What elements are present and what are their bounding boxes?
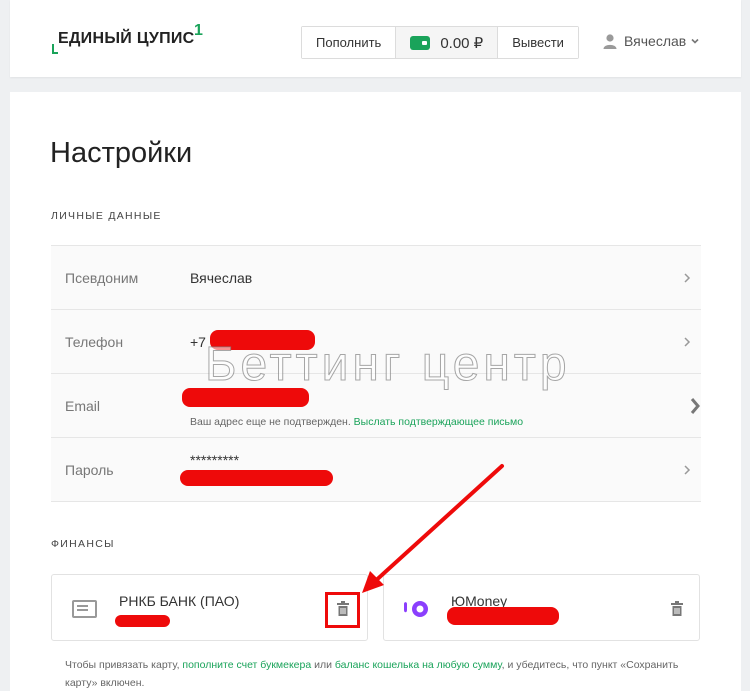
annotation-arrow (362, 464, 504, 593)
